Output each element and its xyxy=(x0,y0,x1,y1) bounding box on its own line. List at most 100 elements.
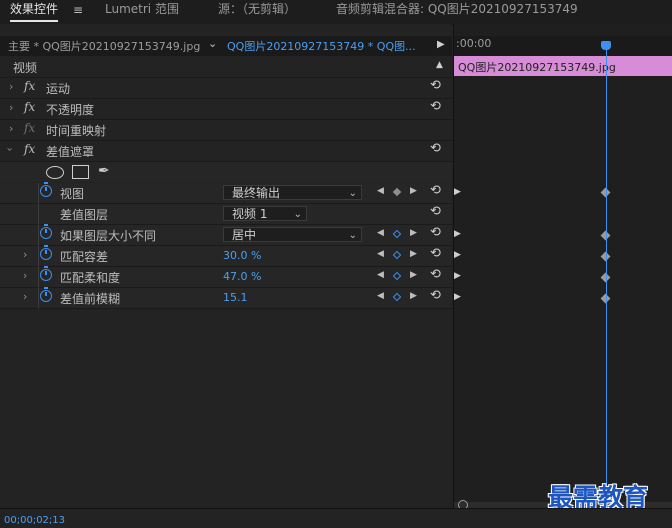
chevron-right-icon[interactable]: › xyxy=(9,80,13,93)
reset-icon[interactable]: ⟲ xyxy=(430,204,441,219)
param-label: 匹配柔和度 xyxy=(60,271,121,285)
chevron-right-icon[interactable]: › xyxy=(9,101,13,114)
current-timecode[interactable]: 00;00;02;13 xyxy=(4,515,65,526)
layer-size-dropdown[interactable]: 居中 ⌄ xyxy=(223,227,362,242)
match-tolerance-value[interactable]: 30.0 % xyxy=(223,249,261,262)
effect-row-difference-matte[interactable]: › fx 差值遮罩 ⟲ xyxy=(0,141,452,162)
source-selector-bar: 主要 * QQ图片20210927153749.jpg ⌄ QQ图片202109… xyxy=(0,36,452,56)
keyframe-track-arrow-icon: ▶ xyxy=(454,250,461,260)
time-ruler[interactable]: :00:00 xyxy=(454,36,672,56)
effect-row-motion[interactable]: › fx 运动 ⟲ xyxy=(0,78,452,99)
playhead-handle[interactable] xyxy=(601,41,611,50)
prev-keyframe-icon[interactable]: ◀ xyxy=(377,228,384,238)
fx-icon[interactable]: fx xyxy=(24,142,35,156)
ellipse-mask-icon[interactable] xyxy=(46,166,64,179)
rectangle-mask-icon[interactable] xyxy=(72,165,89,179)
prev-keyframe-icon[interactable]: ◀ xyxy=(377,249,384,259)
stopwatch-icon[interactable] xyxy=(40,245,52,260)
clip-bar[interactable]: QQ图片20210927153749.jpg xyxy=(454,56,672,76)
sequence-clip-label[interactable]: QQ图片20210927153749 * QQ图... xyxy=(227,38,427,54)
tab-lumetri-scopes[interactable]: Lumetri 范围 xyxy=(105,0,179,24)
reset-icon[interactable]: ⟲ xyxy=(430,246,441,261)
prev-keyframe-icon[interactable]: ◀ xyxy=(377,291,384,301)
view-dropdown[interactable]: 最终输出 ⌄ xyxy=(223,185,362,200)
active-tab-underline xyxy=(10,20,59,22)
fx-icon[interactable]: fx xyxy=(24,100,35,114)
pen-mask-icon[interactable]: ✒ xyxy=(98,163,110,179)
difference-layer-dropdown[interactable]: 视频 1 ⌄ xyxy=(223,206,307,221)
chevron-down-icon[interactable]: ⌄ xyxy=(208,37,217,50)
match-softness-value[interactable]: 47.0 % xyxy=(223,270,261,283)
tab-audio-clip-mixer[interactable]: 音频剪辑混合器: QQ图片20210927153749 xyxy=(336,0,578,24)
chevron-down-icon: ⌄ xyxy=(348,188,357,199)
reset-icon[interactable]: ⟲ xyxy=(430,225,441,240)
stopwatch-icon[interactable] xyxy=(40,182,52,197)
effect-name: 时间重映射 xyxy=(46,124,107,138)
ruler-timecode: :00:00 xyxy=(456,37,492,50)
param-row-match-tolerance: › 匹配容差 30.0 % ◀ ▶ ⟲ xyxy=(0,245,452,267)
tab-source[interactable]: 源：（无剪辑） xyxy=(218,0,296,24)
chevron-right-icon[interactable]: › xyxy=(23,269,27,282)
effect-name: 不透明度 xyxy=(46,103,95,117)
chevron-down-icon: ⌄ xyxy=(348,230,357,241)
keyframe-track-arrow-icon: ▶ xyxy=(454,271,461,281)
param-row-blur-before-difference: › 差值前模糊 15.1 ◀ ▶ ⟲ xyxy=(0,287,452,309)
mask-tools-row: ✒ xyxy=(0,162,452,182)
section-title: 视频 xyxy=(13,61,38,75)
param-label: 如果图层大小不同 xyxy=(60,229,157,243)
add-keyframe-icon[interactable] xyxy=(392,292,402,302)
stopwatch-icon[interactable] xyxy=(40,287,52,302)
panel-tab-bar: 效果控件 ≡ Lumetri 范围 源：（无剪辑） 音频剪辑混合器: QQ图片2… xyxy=(0,0,672,25)
video-section-header: 视频 ▲ xyxy=(0,57,452,78)
chevron-right-icon[interactable]: › xyxy=(23,248,27,261)
collapse-up-icon[interactable]: ▲ xyxy=(436,60,443,70)
panel-menu-icon[interactable]: ≡ xyxy=(73,3,83,17)
param-label: 差值前模糊 xyxy=(60,292,121,306)
add-keyframe-icon[interactable] xyxy=(392,229,402,239)
reset-icon[interactable]: ⟲ xyxy=(430,141,441,156)
chevron-right-icon[interactable]: › xyxy=(9,122,13,135)
effect-row-opacity[interactable]: › fx 不透明度 ⟲ xyxy=(0,99,452,120)
keyframe-timeline[interactable]: :00:00 QQ图片20210927153749.jpg ▶ ▶ ▶ ▶ ▶ xyxy=(453,24,672,510)
play-icon[interactable]: ▶ xyxy=(437,39,445,50)
param-label: 差值图层 xyxy=(60,208,109,222)
keyframe-track-arrow-icon: ▶ xyxy=(454,292,461,302)
param-row-match-softness: › 匹配柔和度 47.0 % ◀ ▶ ⟲ xyxy=(0,266,452,288)
reset-icon[interactable]: ⟲ xyxy=(430,267,441,282)
blur-before-value[interactable]: 15.1 xyxy=(223,291,248,304)
effect-controls-panel: 主要 * QQ图片20210927153749.jpg ⌄ QQ图片202109… xyxy=(0,24,452,508)
next-keyframe-icon[interactable]: ▶ xyxy=(410,270,417,280)
prev-keyframe-icon[interactable]: ◀ xyxy=(377,270,384,280)
param-label: 视图 xyxy=(60,187,85,201)
keyframe-track-arrow-icon: ▶ xyxy=(454,187,461,197)
reset-icon[interactable]: ⟲ xyxy=(430,99,441,114)
effect-row-time-remapping[interactable]: › fx 时间重映射 xyxy=(0,120,452,141)
playhead-line[interactable] xyxy=(606,42,607,508)
keyframe-track-arrow-icon: ▶ xyxy=(454,229,461,239)
next-keyframe-icon[interactable]: ▶ xyxy=(410,291,417,301)
next-keyframe-icon[interactable]: ▶ xyxy=(410,186,417,196)
effect-name: 运动 xyxy=(46,82,71,96)
master-clip-label[interactable]: 主要 * QQ图片20210927153749.jpg xyxy=(8,38,200,54)
status-bar: 00;00;02;13 xyxy=(0,508,672,528)
reset-icon[interactable]: ⟲ xyxy=(430,78,441,93)
param-row-view: 视图 最终输出 ⌄ ◀ ▶ ⟲ xyxy=(0,182,452,204)
param-label: 匹配容差 xyxy=(60,250,109,264)
reset-icon[interactable]: ⟲ xyxy=(430,183,441,198)
fx-icon[interactable]: fx xyxy=(24,79,35,93)
chevron-right-icon[interactable]: › xyxy=(23,290,27,303)
tab-effect-controls[interactable]: 效果控件 xyxy=(10,0,59,24)
fx-icon: fx xyxy=(24,121,36,135)
next-keyframe-icon[interactable]: ▶ xyxy=(410,249,417,259)
reset-icon[interactable]: ⟲ xyxy=(430,288,441,303)
add-keyframe-icon[interactable] xyxy=(392,250,402,260)
stopwatch-icon[interactable] xyxy=(40,266,52,281)
stopwatch-icon[interactable] xyxy=(40,224,52,239)
prev-keyframe-icon[interactable]: ◀ xyxy=(377,186,384,196)
chevron-down-icon[interactable]: › xyxy=(4,147,17,151)
indent-guide xyxy=(38,183,39,309)
next-keyframe-icon[interactable]: ▶ xyxy=(410,228,417,238)
param-row-if-layer-sizes-differ: 如果图层大小不同 居中 ⌄ ◀ ▶ ⟲ xyxy=(0,224,452,246)
keyframe-icon[interactable] xyxy=(392,187,402,197)
add-keyframe-icon[interactable] xyxy=(392,271,402,281)
